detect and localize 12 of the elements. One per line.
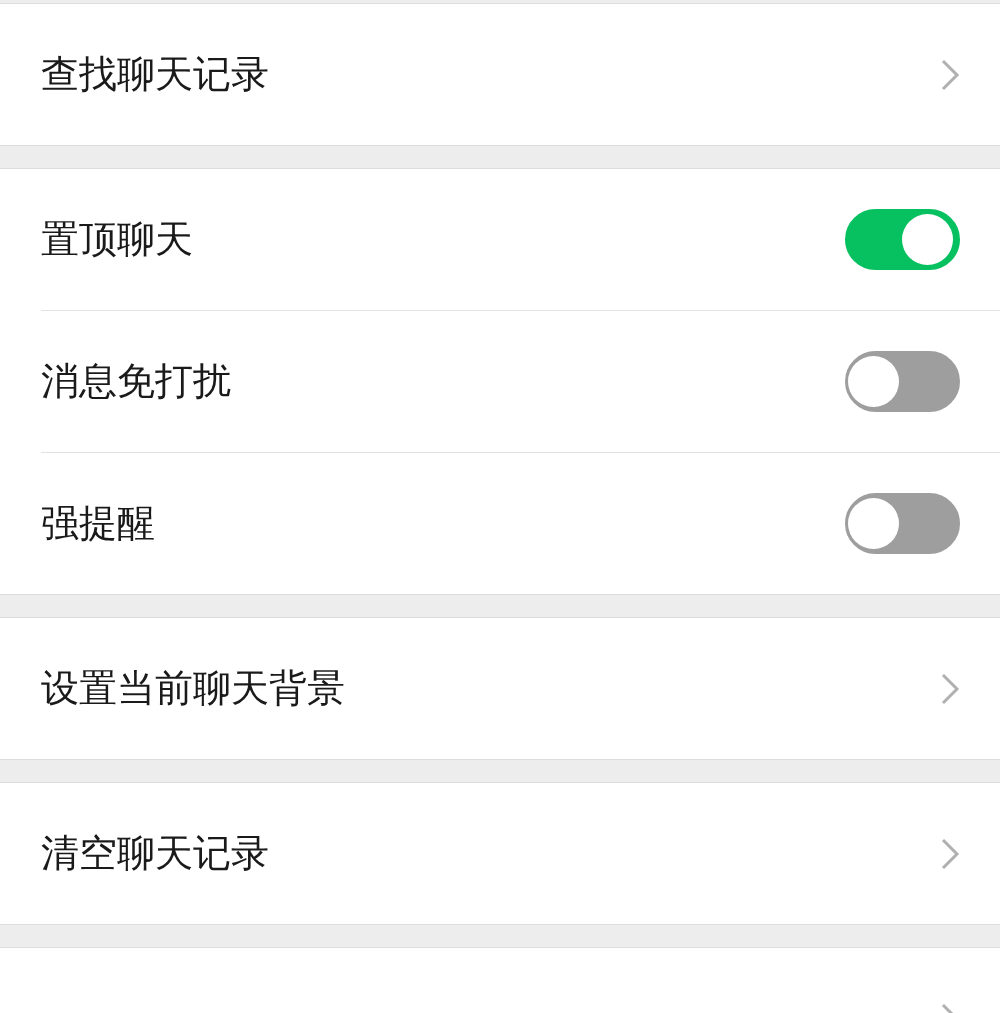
chevron-right-icon[interactable] xyxy=(940,836,960,871)
chevron-right-icon[interactable] xyxy=(940,57,960,92)
toggle-switch[interactable] xyxy=(845,209,960,270)
chevron-right-icon[interactable] xyxy=(940,671,960,706)
toggle-switch[interactable] xyxy=(845,493,960,554)
setting-label: 强提醒 xyxy=(41,500,155,547)
setting-label: 查找聊天记录 xyxy=(41,51,269,98)
setting-label: 清空聊天记录 xyxy=(41,830,269,877)
setting-label: 设置当前聊天背景 xyxy=(41,665,345,712)
setting-label: 消息免打扰 xyxy=(41,358,231,405)
toggle-switch[interactable] xyxy=(845,351,960,412)
setting-label: 置顶聊天 xyxy=(41,216,193,263)
